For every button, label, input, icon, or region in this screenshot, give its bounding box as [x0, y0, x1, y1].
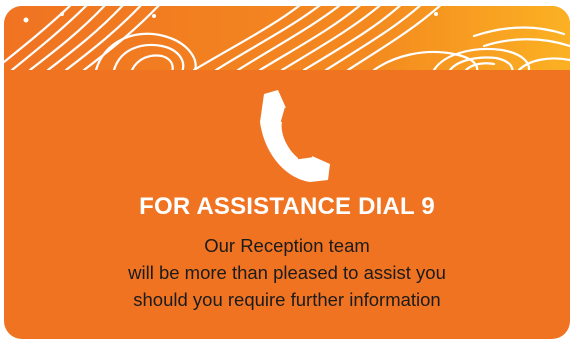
assistance-card: FOR ASSISTANCE DIAL 9 Our Reception team…: [4, 6, 570, 339]
assistance-heading: FOR ASSISTANCE DIAL 9: [139, 193, 435, 220]
message-line-2: will be more than pleased to assist you: [128, 262, 446, 283]
decorative-swirl-banner: [4, 6, 570, 70]
phone-handset-icon: [260, 90, 330, 182]
assistance-message: Our Reception team will be more than ple…: [4, 232, 570, 313]
message-line-1: Our Reception team: [204, 235, 370, 256]
message-line-3: should you require further information: [133, 289, 441, 310]
